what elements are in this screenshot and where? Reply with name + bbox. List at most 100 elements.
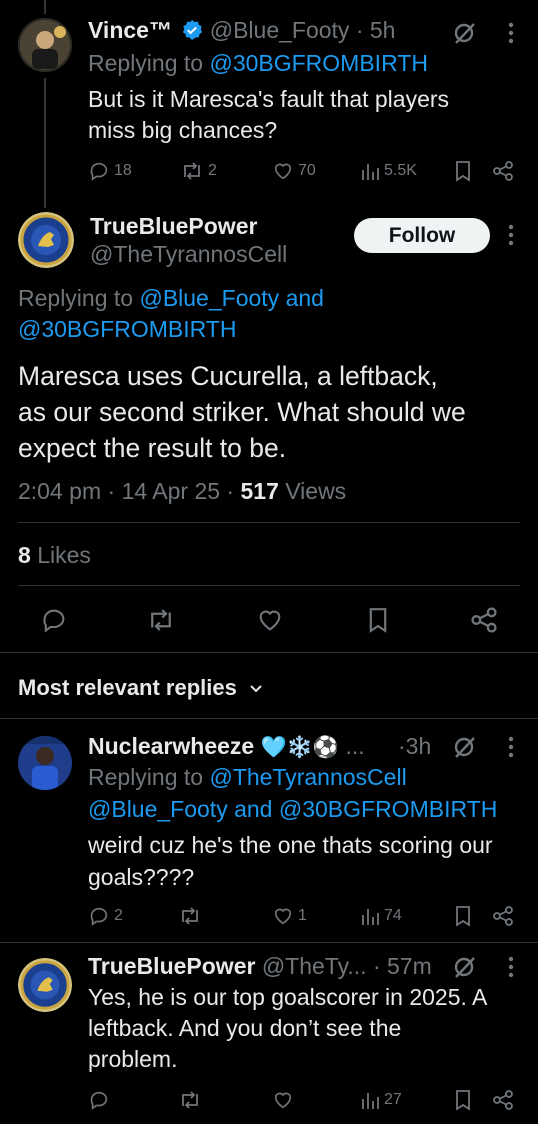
heart-icon [274,1092,292,1109]
reply-button[interactable]: 18 [88,160,132,182]
more-options-icon[interactable] [506,734,516,765]
author-name[interactable]: TrueBluePower [88,953,255,979]
views-icon [362,909,379,925]
like-count: 70 [298,162,316,179]
main-text-line3: expect the result to be. [18,433,287,463]
verified-icon [181,17,203,49]
tweet-time[interactable]: 5h [370,17,396,43]
tweet1-replying-to: Replying to @30BGFROMBIRTH [88,47,428,79]
tweet1-text-line2: miss big chances? [88,117,278,143]
reply-button[interactable] [40,606,68,634]
avatar-truebluepower[interactable] [18,212,74,268]
separator-dot: · [355,17,364,43]
repost-button[interactable] [178,905,206,927]
heart-icon [259,610,281,631]
more-options-icon[interactable] [506,20,516,51]
repost-icon [184,162,200,180]
repost-button[interactable] [146,606,176,634]
main-author-handle[interactable]: @TheTyrannosCell [90,238,287,270]
views-button[interactable]: 5.5K [360,160,417,182]
like-button[interactable] [272,1089,294,1111]
thread-line [44,78,46,208]
mention-link[interactable]: @30BGFROMBIRTH [279,796,497,822]
name-ellipsis: ... [345,733,365,759]
views-count: 74 [384,907,402,924]
views-icon [362,1093,379,1109]
more-options-icon[interactable] [506,954,516,985]
views-count: 27 [384,1091,402,1108]
reply-icon [90,907,108,926]
main-date[interactable]: 14 Apr 25 [122,478,220,504]
main-timestamp-line: 2:04 pm · 14 Apr 25 · 517 Views [18,475,346,507]
author-handle[interactable]: @TheTy... [262,953,367,979]
tweet1-header: Vince™ @Blue_Footy · 5h [88,14,395,49]
main-replying-to-line1: Replying to @Blue_Footy and [18,282,324,314]
author-name[interactable]: Nuclearwheeze [88,733,254,759]
bookmark-button[interactable] [453,1089,473,1111]
repost-icon [182,907,198,925]
and-others-link[interactable]: and [286,285,324,311]
reply1-replying-to-line1: Replying to @TheTyrannosCell [88,761,407,793]
tweet-time[interactable]: ·3h [398,730,431,762]
replies-sort-label: Most relevant replies [18,675,237,700]
share-icon [471,607,497,633]
views-icon [362,164,379,180]
views-button[interactable]: 74 [360,905,402,927]
avatar-vince[interactable] [18,18,72,72]
grok-icon[interactable] [452,20,478,51]
repost-button[interactable] [178,1089,202,1111]
avatar-nuclearwheeze[interactable] [18,736,72,790]
tweet-time[interactable]: · 57m [373,953,432,979]
share-button[interactable] [470,606,498,634]
mention-link[interactable]: @30BGFROMBIRTH [209,50,427,76]
share-button[interactable] [492,905,514,927]
replies-sort-dropdown[interactable]: Most relevant replies [18,672,263,703]
heart-icon [274,908,292,925]
more-options-icon[interactable] [506,222,516,253]
author-handle[interactable]: @Blue_Footy [210,17,350,43]
like-button[interactable] [256,606,284,634]
bookmark-button[interactable] [453,905,473,927]
mention-link[interactable]: @TheTyrannosCell [209,764,406,790]
reply-button[interactable] [88,1089,110,1111]
author-name[interactable]: Vince™ [88,17,172,43]
reply2-text-line1: Yes, he is our top goalscorer in 2025. A [88,984,488,1010]
repost-button[interactable]: 2 [180,160,217,182]
follow-button[interactable]: Follow [354,218,490,253]
bookmark-button[interactable] [366,606,390,634]
share-icon [493,161,513,181]
main-likes-label: Likes [37,542,91,568]
reply-button[interactable]: 2 [88,905,123,927]
share-button[interactable] [492,160,514,182]
like-button[interactable]: 1 [272,905,307,927]
main-time[interactable]: 2:04 pm [18,478,101,504]
main-views-count: 517 [240,478,279,504]
main-likes-line[interactable]: 8 Likes [18,539,91,571]
main-likes-count: 8 [18,542,31,568]
bookmark-icon [456,906,470,927]
main-text-line1: Maresca uses Cucurella, a leftback, [18,361,438,391]
views-count: 5.5K [384,162,417,179]
like-count: 1 [298,907,307,924]
mention-link[interactable]: @Blue_Footy [139,285,279,311]
views-button[interactable]: 27 [360,1089,402,1111]
reply2-header: TrueBluePower @TheTy... · 57m [88,950,432,982]
share-button[interactable] [492,1089,514,1111]
mention-link[interactable]: @Blue_Footy [88,796,228,822]
mention-link[interactable]: @30BGFROMBIRTH [18,313,236,345]
reply-count: 2 [114,907,123,924]
divider [18,522,520,523]
repost-count: 2 [208,162,217,179]
tweet1-text-line1: But is it Maresca's fault that players [88,86,450,112]
heart-icon [274,163,292,180]
replying-prefix: Replying to [18,285,134,311]
grok-icon[interactable] [452,734,478,765]
reply1-text-line1: weird cuz he's the one thats scoring our [88,832,493,858]
like-button[interactable]: 70 [272,160,316,182]
and-others-link[interactable]: and [234,796,272,822]
reply-icon [90,1091,108,1110]
avatar-truebluepower[interactable] [18,958,72,1012]
bookmark-button[interactable] [453,160,473,182]
bookmark-icon [456,161,470,182]
reply2-text-line2: leftback. And you don’t see the [88,1015,402,1041]
